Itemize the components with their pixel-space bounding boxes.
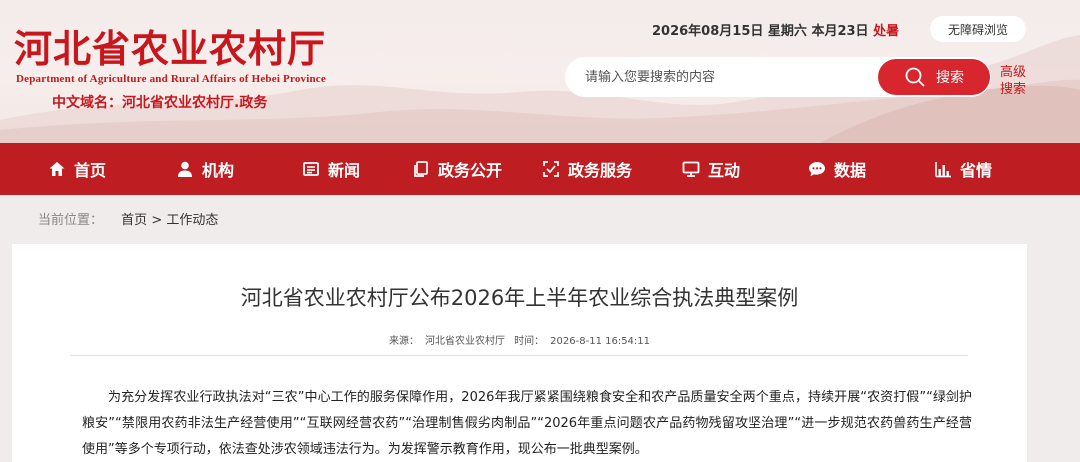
site-domain-label: 中文域名：河北省农业农村厅.政务 bbox=[52, 95, 268, 111]
lunar-date: 本月23日 bbox=[811, 24, 869, 39]
home-icon bbox=[49, 162, 65, 176]
article-time: 2026-8-11 16:54:11 bbox=[550, 336, 651, 347]
bar-chart-icon bbox=[935, 162, 951, 178]
news-icon bbox=[303, 162, 319, 176]
title-divider bbox=[70, 355, 968, 356]
nav-item-province[interactable]: 省情 bbox=[934, 143, 992, 195]
document-icon bbox=[414, 161, 428, 177]
accessibility-button[interactable]: 无障碍浏览 bbox=[930, 16, 1026, 42]
nav-label: 政务服务 bbox=[568, 161, 633, 180]
search-button-label: 搜索 bbox=[936, 70, 964, 86]
nav-item-gov-service[interactable]: 政务服务 bbox=[542, 143, 632, 195]
nav-label: 数据 bbox=[834, 161, 867, 180]
source-label: 来源： bbox=[388, 336, 419, 347]
monitor-icon bbox=[682, 161, 700, 177]
article-card: 河北省农业农村厅公布2026年上半年农业综合执法典型案例 来源： 河北省农业农村厅… bbox=[12, 244, 1027, 462]
nav-item-home[interactable]: 首页 bbox=[48, 143, 106, 195]
article-title: 河北省农业农村厅公布2026年上半年农业综合执法典型案例 bbox=[240, 286, 799, 310]
nav-item-data[interactable]: 数据 bbox=[808, 143, 866, 195]
nav-label: 政务公开 bbox=[438, 161, 503, 180]
nav-item-gov-info[interactable]: 政务公开 bbox=[412, 143, 502, 195]
site-logo-english: Department of Agriculture and Rural Affa… bbox=[16, 73, 326, 85]
search-icon bbox=[905, 67, 925, 87]
nav-label: 机构 bbox=[202, 161, 235, 180]
nav-item-organization[interactable]: 机构 bbox=[176, 143, 234, 195]
time-label: 时间： bbox=[514, 336, 545, 347]
nav-label: 省情 bbox=[960, 161, 993, 180]
site-logo-title[interactable]: 河北省农业农村厅 bbox=[14, 26, 326, 72]
breadcrumb: 当前位置： 首页 > 工作动态 bbox=[38, 209, 218, 228]
article-source: 河北省农业农村厅 bbox=[424, 336, 505, 347]
breadcrumb-home-link[interactable]: 首页 bbox=[121, 213, 147, 228]
breadcrumb-separator: > bbox=[151, 213, 163, 228]
search-input[interactable] bbox=[585, 57, 865, 97]
nav-item-news[interactable]: 新闻 bbox=[302, 143, 360, 195]
article-meta: 来源： 河北省农业农村厅 时间： 2026-8-11 16:54:11 bbox=[12, 332, 1027, 347]
nav-label: 互动 bbox=[708, 161, 741, 180]
chat-icon bbox=[809, 162, 825, 177]
breadcrumb-label: 当前位置： bbox=[38, 213, 104, 228]
advanced-search-link[interactable]: 高级搜索 bbox=[1000, 64, 1030, 98]
current-weekday: 星期六 bbox=[767, 24, 807, 39]
search-box: 搜索 bbox=[565, 57, 991, 97]
solar-term: 处暑 bbox=[873, 24, 900, 39]
date-line: 2026年08月15日 星期六 本月23日 处暑 bbox=[652, 20, 899, 39]
user-icon bbox=[178, 161, 192, 177]
search-button[interactable]: 搜索 bbox=[878, 59, 990, 95]
nav-item-interaction[interactable]: 互动 bbox=[682, 143, 740, 195]
nav-label: 新闻 bbox=[328, 161, 361, 180]
site-header: 河北省农业农村厅 Department of Agriculture and R… bbox=[0, 0, 1080, 143]
breadcrumb-current-link[interactable]: 工作动态 bbox=[166, 213, 218, 228]
main-nav: 首页 机构 新闻 政务公开 政务服务 互动 数据 省情 bbox=[0, 143, 1080, 195]
current-date: 2026年08月15日 bbox=[652, 24, 764, 39]
article-paragraph: 为充分发挥农业行政执法对“三农”中心工作的服务保障作用，2026年我厅紧紧围绕粮… bbox=[82, 390, 972, 457]
nav-label: 首页 bbox=[74, 161, 107, 180]
service-icon bbox=[543, 161, 559, 177]
